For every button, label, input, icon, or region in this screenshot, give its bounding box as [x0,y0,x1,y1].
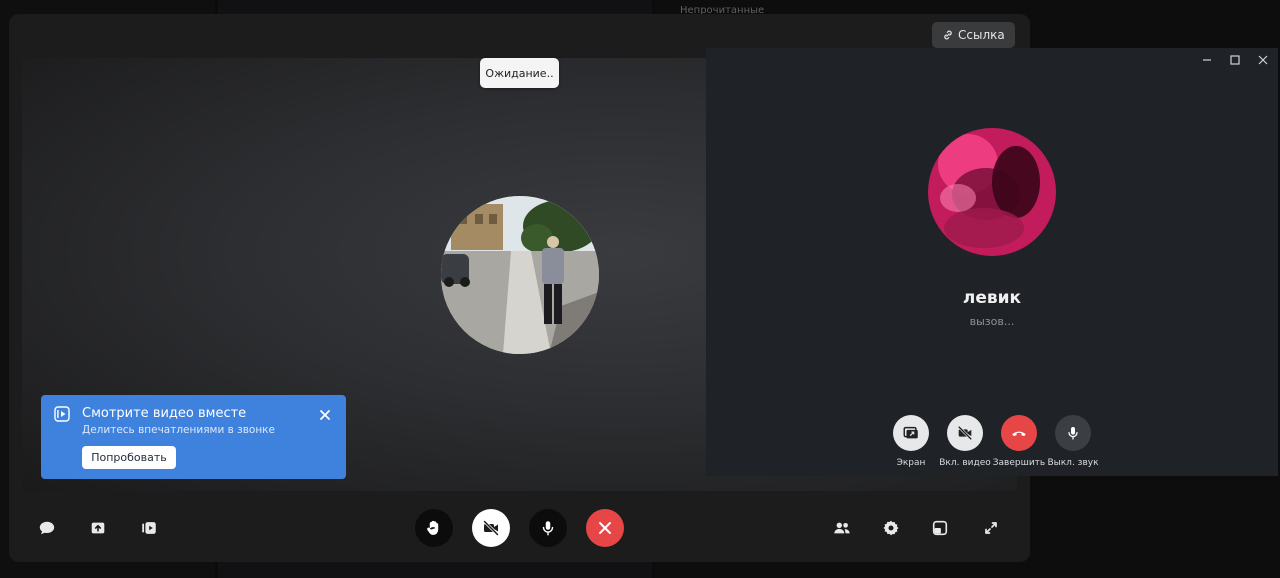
chat-button[interactable] [35,516,59,540]
participants-button[interactable] [830,516,854,540]
mini-hangup-button[interactable] [1001,415,1037,451]
watch-together-button[interactable] [137,516,161,540]
share-screen-button[interactable] [86,516,110,540]
promo-title: Смотрите видео вместе [82,406,247,421]
mini-mute-label: Выкл. звук [1047,458,1099,468]
close-icon[interactable] [318,408,332,422]
camera-off-icon [483,520,499,536]
share-screen-icon [91,522,105,534]
mini-screen-share-button[interactable] [893,415,929,451]
contact-name: левик [962,288,1022,308]
fullscreen-button[interactable] [979,516,1003,540]
waiting-tooltip: Ожидание.. [480,58,559,88]
layout-button[interactable] [928,516,952,540]
link-icon [944,30,952,40]
close-icon [1258,55,1268,65]
mini-call-window: левик вызов... Экран Вкл. видео Завершит… [706,48,1278,476]
camera-off-icon [958,426,972,440]
maximize-button[interactable] [1228,54,1242,66]
participants-icon [834,522,850,534]
minimize-icon [1203,59,1211,61]
mini-video-button[interactable] [947,415,983,451]
watch-together-icon [54,406,70,422]
hangup-icon [599,522,611,534]
hangup-icon [1012,431,1026,437]
street-photo [441,196,599,354]
promo-try-button[interactable]: Попробовать [82,446,176,469]
promo-subtitle: Делитесь впечатлениями в звонке [82,424,275,436]
contact-avatar [928,128,1056,256]
raise-hand-icon [427,520,439,535]
settings-icon [883,520,899,536]
call-status: вызов... [969,315,1015,328]
chat-icon [39,521,55,535]
contact-photo [928,128,1056,256]
microphone-button[interactable] [529,509,567,547]
link-button[interactable]: Ссылка [932,22,1015,48]
hangup-button[interactable] [586,509,624,547]
camera-toggle-button[interactable] [472,509,510,547]
mini-mute-button[interactable] [1055,415,1091,451]
fullscreen-icon [985,522,997,534]
layout-icon [932,520,948,536]
screen-share-icon [903,426,918,439]
microphone-icon [542,521,554,536]
minimize-button[interactable] [1200,54,1214,66]
settings-button[interactable] [879,516,903,540]
watch-together-promo: Смотрите видео вместе Делитесь впечатлен… [41,395,346,479]
maximize-icon [1230,55,1240,65]
raise-hand-button[interactable] [415,509,453,547]
close-window-button[interactable] [1256,54,1270,66]
link-button-label: Ссылка [958,28,1005,42]
watch-together-icon [142,522,156,534]
microphone-icon [1068,427,1078,440]
caller-avatar [441,196,599,354]
